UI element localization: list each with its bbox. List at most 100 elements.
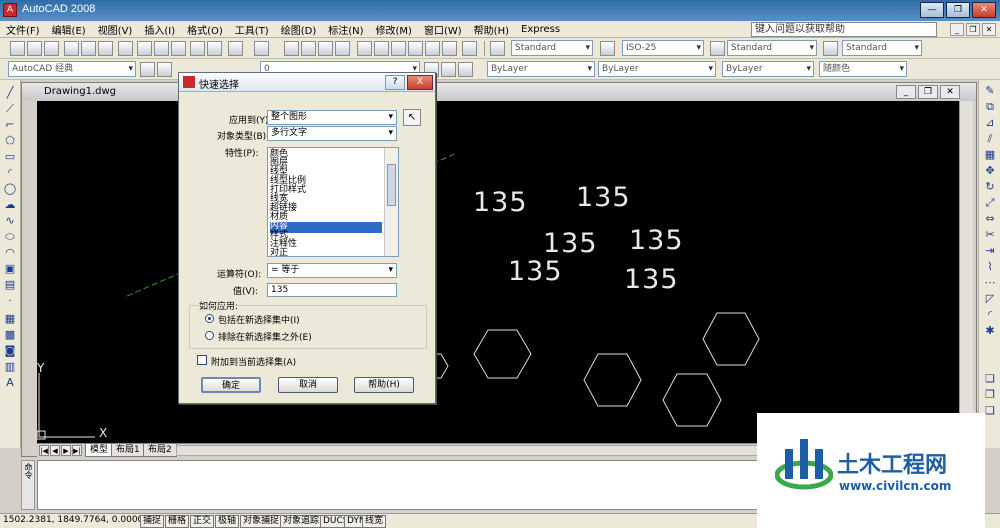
linetype-select[interactable]: ByLayer — [598, 61, 716, 77]
dialog-close-button[interactable]: X — [407, 75, 433, 90]
drawing-minimize-icon[interactable]: _ — [896, 85, 916, 99]
text-style-icon[interactable] — [490, 41, 505, 56]
erase-icon[interactable]: ✎ — [983, 84, 997, 97]
insert-block-icon[interactable]: ▣ — [3, 262, 17, 275]
spline-icon[interactable]: ∿ — [3, 214, 17, 227]
multileader-style-icon[interactable] — [823, 41, 838, 56]
zoom-previous-icon[interactable] — [335, 41, 350, 56]
lineweight-select[interactable]: ByLayer — [722, 61, 814, 77]
plot-icon[interactable] — [64, 41, 79, 56]
zoom-realtime-icon[interactable] — [301, 41, 316, 56]
table-style-icon[interactable] — [710, 41, 725, 56]
explode-icon[interactable]: ✱ — [983, 324, 997, 337]
value-input[interactable]: 135 — [267, 283, 397, 297]
menu-tools[interactable]: 工具(T) — [229, 22, 275, 37]
osnap-toggle[interactable]: 对象捕捉 — [240, 515, 283, 528]
zoom-window-icon[interactable] — [318, 41, 333, 56]
tab-prev-icon[interactable]: ◀ — [50, 445, 60, 456]
tab-layout2[interactable]: 布局2 — [143, 444, 177, 457]
redo-icon[interactable] — [254, 41, 269, 56]
markup-icon[interactable] — [425, 41, 440, 56]
property-item[interactable]: 对正 — [270, 249, 382, 257]
help-search-input[interactable]: 键入问题以获取帮助 — [751, 22, 937, 37]
open-icon[interactable] — [27, 41, 42, 56]
autocad-app-icon[interactable]: A — [3, 3, 17, 17]
make-block-icon[interactable]: ▤ — [3, 278, 17, 291]
tab-layout1[interactable]: 布局1 — [111, 444, 145, 457]
mirror-icon[interactable]: ⊿ — [983, 116, 997, 129]
gradient-icon[interactable]: ▩ — [3, 328, 17, 341]
cancel-button[interactable]: 取消 — [278, 377, 338, 393]
menu-draw[interactable]: 绘图(D) — [275, 22, 323, 37]
lineweight-toggle[interactable]: 线宽 — [362, 515, 387, 528]
offset-icon[interactable]: ⫽ — [983, 132, 997, 145]
undo-icon[interactable] — [228, 41, 243, 56]
tab-model[interactable]: 模型 — [85, 444, 114, 457]
copy-object-icon[interactable]: ⧉ — [983, 100, 997, 113]
tab-next-icon[interactable]: ▶ — [61, 445, 71, 456]
otrack-toggle[interactable]: 对象追踪 — [280, 515, 323, 528]
ok-button[interactable]: 确定 — [201, 377, 261, 393]
plot-preview-icon[interactable] — [81, 41, 96, 56]
block-editor-icon[interactable] — [207, 41, 222, 56]
stretch-icon[interactable]: ⇔ — [983, 212, 997, 225]
snap-toggle[interactable]: 捕捉 — [140, 515, 165, 528]
ellipse-icon[interactable]: ⬭ — [3, 230, 17, 243]
calculator-icon[interactable] — [442, 41, 457, 56]
region-icon[interactable]: ◙ — [3, 344, 17, 357]
revision-cloud-icon[interactable]: ☁ — [3, 198, 17, 211]
text-135-2[interactable]: 135 — [576, 182, 631, 213]
layer-manager-icon[interactable] — [157, 62, 172, 77]
publish-icon[interactable] — [98, 41, 113, 56]
table-style-select[interactable]: Standard — [727, 40, 817, 56]
new-icon[interactable] — [10, 41, 25, 56]
join-icon[interactable]: ⋯ — [983, 276, 997, 289]
layer-previous-icon[interactable] — [441, 62, 456, 77]
color-select[interactable]: ByLayer — [487, 61, 595, 77]
rotate-icon[interactable]: ↻ — [983, 180, 997, 193]
doc-minimize-icon[interactable]: _ — [950, 23, 964, 36]
scale-icon[interactable]: ⤢ — [983, 196, 997, 209]
send-back-icon[interactable]: ❑ — [983, 404, 997, 417]
rectangle-icon[interactable]: ▭ — [3, 150, 17, 163]
dialog-help-button[interactable]: ? — [385, 75, 405, 90]
layer-state-icon[interactable] — [458, 62, 473, 77]
grid-toggle[interactable]: 栅格 — [165, 515, 190, 528]
polar-toggle[interactable]: 极轴 — [215, 515, 240, 528]
plot-style-select[interactable]: 随颜色 — [819, 61, 907, 77]
table-icon[interactable]: ▥ — [3, 360, 17, 373]
design-center-icon[interactable] — [374, 41, 389, 56]
drawing-restore-icon[interactable]: ❐ — [918, 85, 938, 99]
help-icon[interactable] — [462, 41, 477, 56]
3d-dwf-icon[interactable] — [118, 41, 133, 56]
array-icon[interactable]: ▦ — [983, 148, 997, 161]
workspace-select[interactable]: AutoCAD 经典 — [8, 61, 136, 77]
tab-last-icon[interactable]: ▶| — [72, 445, 82, 456]
copy-icon[interactable] — [154, 41, 169, 56]
fillet-icon[interactable]: ◜ — [983, 308, 997, 321]
properties-listbox[interactable]: 颜色 图层 线型 线型比例 打印样式 线宽 超链接 材质 内容 样式 注释性 对… — [267, 147, 399, 257]
hatch-icon[interactable]: ▦ — [3, 312, 17, 325]
menu-file[interactable]: 文件(F) — [0, 22, 46, 37]
sheet-set-icon[interactable] — [408, 41, 423, 56]
paste-icon[interactable] — [171, 41, 186, 56]
minimize-button[interactable]: — — [920, 2, 944, 18]
line-icon[interactable]: ╱ — [3, 86, 17, 99]
menu-view[interactable]: 视图(V) — [92, 22, 139, 37]
menu-dimension[interactable]: 标注(N) — [322, 22, 369, 37]
match-properties-icon[interactable] — [190, 41, 205, 56]
workspace-settings-icon[interactable] — [140, 62, 155, 77]
properties-scroll-thumb[interactable] — [387, 164, 396, 206]
vertical-scrollbar[interactable] — [959, 101, 973, 443]
ellipse-arc-icon[interactable]: ◠ — [3, 246, 17, 259]
cut-icon[interactable] — [137, 41, 152, 56]
include-radio[interactable] — [205, 314, 214, 323]
exclude-radio[interactable] — [205, 331, 214, 340]
menu-help[interactable]: 帮助(H) — [468, 22, 515, 37]
dim-style-icon[interactable] — [600, 41, 615, 56]
close-button[interactable]: ✕ — [972, 2, 996, 18]
menu-modify[interactable]: 修改(M) — [370, 22, 418, 37]
operator-select[interactable]: = 等于 — [267, 263, 397, 278]
text-135-5[interactable]: 135 — [508, 256, 563, 287]
menu-insert[interactable]: 插入(I) — [138, 22, 181, 37]
